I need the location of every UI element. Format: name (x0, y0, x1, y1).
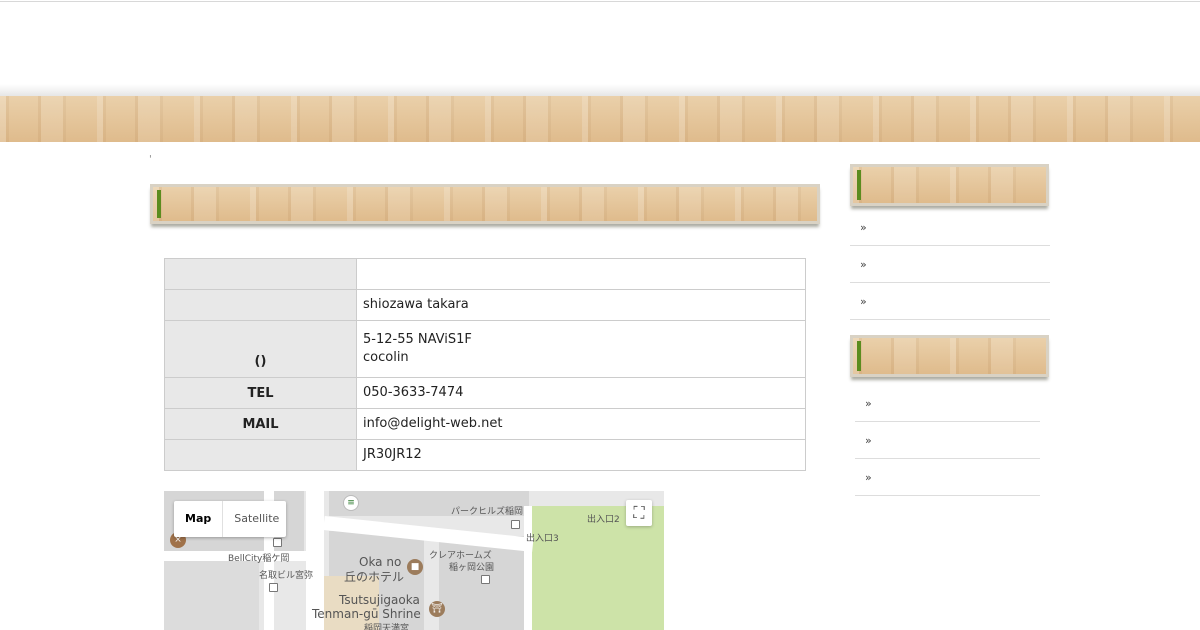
map-label: 名取ビル宮弥 (259, 571, 314, 581)
embedded-map[interactable]: パークヒルズ稲岡 出入口2 出入口3 BellCity稲ケ岡 名取ビル宮弥 Ok… (164, 491, 664, 630)
heading-accent (857, 170, 861, 200)
row-value (356, 258, 806, 290)
transit-icon: ≡ (343, 495, 359, 511)
address-line: cocolin (363, 350, 409, 365)
map-label: BellCity稲ケ岡 (228, 554, 290, 564)
sidebar-heading-1 (850, 164, 1049, 206)
header-top-line (0, 1, 1200, 2)
map-label: 出入口3 (526, 534, 559, 544)
map-label: 丘のホテル (344, 570, 405, 584)
table-row: TEL 050-3633-7474 (164, 377, 806, 409)
satellite-view-button[interactable]: Satellite (222, 501, 290, 537)
map-road (524, 506, 532, 630)
map-marker (511, 520, 520, 529)
heading-accent (857, 341, 861, 371)
map-label: 出入口2 (587, 515, 620, 525)
row-label: MAIL (164, 408, 357, 440)
map-label: Tsutsujigaoka (339, 593, 420, 607)
info-table: shiozawa takara () 5-12-55 NAViS1F cocol… (164, 258, 806, 471)
sidebar-link[interactable]: » (855, 422, 1040, 459)
map-label: Oka no (359, 555, 402, 569)
map-marker (273, 538, 282, 547)
row-value: JR30JR12 (356, 439, 806, 471)
row-label: () (164, 320, 357, 378)
map-marker (481, 575, 490, 584)
fullscreen-icon[interactable]: ⛶ (626, 500, 652, 526)
owner-name: shiozawa takara (363, 297, 469, 312)
row-label (164, 289, 357, 321)
sidebar-heading-2 (850, 335, 1049, 377)
sidebar-link[interactable]: » (850, 246, 1050, 283)
sidebar-link[interactable]: » (855, 459, 1040, 496)
table-row: () 5-12-55 NAViS1F cocolin (164, 320, 806, 378)
row-label (164, 258, 357, 290)
table-row: MAIL info@delight-web.net (164, 408, 806, 440)
wood-banner (0, 96, 1200, 142)
sidebar-link[interactable]: » (855, 385, 1040, 422)
address-line: 5-12-55 NAViS1F (363, 332, 472, 347)
sidebar-link[interactable]: » (850, 209, 1050, 246)
phone-number: 050-3633-7474 (363, 385, 464, 400)
map-view-button[interactable]: Map (174, 501, 222, 537)
map-label: 稲岡天満宮 (364, 624, 410, 630)
breadcrumb[interactable]: ' (149, 154, 152, 166)
row-label: TEL (164, 377, 357, 409)
row-value: info@delight-web.net (356, 408, 806, 440)
map-label: 稲ヶ岡公園 (449, 563, 495, 573)
sidebar-link[interactable]: » (850, 283, 1050, 320)
map-type-toggle: Map Satellite (174, 501, 286, 537)
hotel-icon: ■ (407, 559, 423, 575)
row-value: 050-3633-7474 (356, 377, 806, 409)
shrine-icon: ⛩ (429, 601, 445, 617)
map-marker (269, 583, 278, 592)
header-shadow (0, 84, 1200, 96)
title-accent (157, 190, 161, 218)
map-label: Tenman-gū Shrine (312, 607, 421, 621)
page-title-bar (150, 184, 820, 224)
row-label (164, 439, 357, 471)
table-row (164, 258, 806, 290)
map-label: パークヒルズ稲岡 (451, 507, 524, 517)
table-row: JR30JR12 (164, 439, 806, 471)
table-row: shiozawa takara (164, 289, 806, 321)
email-address[interactable]: info@delight-web.net (363, 415, 799, 433)
access-info: JR30JR12 (363, 447, 422, 462)
map-block (164, 561, 259, 630)
row-value: 5-12-55 NAViS1F cocolin (356, 320, 806, 378)
row-value: shiozawa takara (356, 289, 806, 321)
